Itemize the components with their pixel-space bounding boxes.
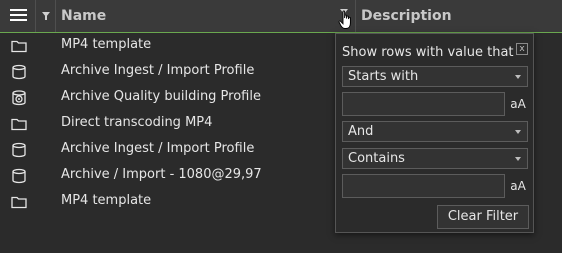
logical-operator-select[interactable]: And bbox=[342, 121, 528, 142]
operator-value: And bbox=[348, 124, 374, 139]
match-case-button[interactable]: aA bbox=[507, 174, 529, 198]
chevron-down-icon bbox=[515, 157, 521, 161]
close-icon[interactable]: x bbox=[516, 43, 528, 55]
column-chooser-button[interactable] bbox=[0, 0, 36, 32]
row-name: Archive Ingest / Import Profile bbox=[61, 141, 255, 156]
row-name: Archive / Import - 1080@29,97 bbox=[61, 167, 262, 182]
column-header-label: Name bbox=[61, 8, 107, 24]
row-name: Archive Quality building Profile bbox=[61, 89, 261, 104]
row-name: MP4 template bbox=[61, 193, 152, 208]
row-name: Archive Ingest / Import Profile bbox=[61, 63, 255, 78]
database-gear-icon bbox=[12, 90, 26, 106]
filter-popup-title: Show rows with value that bbox=[342, 45, 514, 60]
database-icon bbox=[12, 142, 26, 158]
filter-value1-input[interactable] bbox=[342, 92, 505, 116]
folder-icon bbox=[11, 118, 27, 131]
row-filter-button[interactable] bbox=[36, 0, 56, 32]
condition2-value: Contains bbox=[348, 151, 405, 166]
column-header-name[interactable]: Name bbox=[56, 0, 356, 32]
column-header-description[interactable]: Description bbox=[356, 0, 562, 32]
chevron-down-icon bbox=[515, 130, 521, 134]
database-icon bbox=[12, 168, 26, 184]
folder-icon bbox=[11, 40, 27, 53]
column-header-label: Description bbox=[361, 8, 452, 24]
grid-header: Name Description bbox=[0, 0, 562, 33]
chevron-down-icon bbox=[515, 75, 521, 79]
row-name: MP4 template bbox=[61, 37, 152, 52]
database-icon bbox=[12, 64, 26, 80]
clear-filter-button[interactable]: Clear Filter bbox=[437, 205, 529, 229]
folder-icon bbox=[11, 196, 27, 209]
hand-cursor-icon bbox=[338, 10, 351, 29]
filter-popup: Show rows with value that x Starts with … bbox=[335, 33, 534, 233]
data-grid: Name Description MP4 template Archive In… bbox=[0, 0, 562, 253]
condition1-value: Starts with bbox=[348, 69, 419, 84]
filter-value2-input[interactable] bbox=[342, 174, 505, 198]
condition2-select[interactable]: Contains bbox=[342, 148, 528, 169]
condition1-select[interactable]: Starts with bbox=[342, 66, 528, 87]
match-case-button[interactable]: aA bbox=[507, 92, 529, 116]
hamburger-menu-icon bbox=[10, 9, 27, 23]
row-name: Direct transcoding MP4 bbox=[61, 115, 213, 130]
